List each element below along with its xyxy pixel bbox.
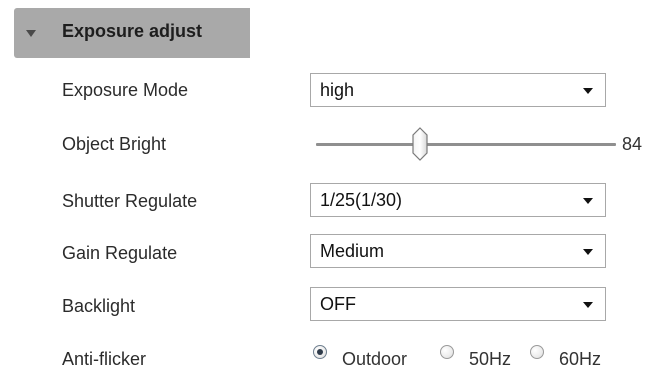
anti-flicker-radio-outdoor[interactable] bbox=[313, 345, 327, 359]
anti-flicker-option-50hz[interactable]: 50Hz bbox=[469, 349, 511, 370]
anti-flicker-radio-60hz[interactable] bbox=[530, 345, 544, 359]
chevron-down-icon bbox=[583, 88, 593, 94]
slider-thumb-icon[interactable] bbox=[411, 127, 429, 161]
exposure-mode-value: high bbox=[320, 80, 355, 100]
shutter-regulate-value: 1/25(1/30) bbox=[320, 190, 403, 210]
object-bright-label: Object Bright bbox=[62, 134, 167, 154]
anti-flicker-option-outdoor[interactable]: Outdoor bbox=[342, 349, 407, 370]
radio-selected-dot bbox=[317, 349, 323, 355]
chevron-down-icon bbox=[583, 249, 593, 255]
object-bright-value: 84 bbox=[622, 134, 643, 154]
gain-regulate-select[interactable]: Medium bbox=[310, 234, 606, 268]
collapse-triangle-icon[interactable] bbox=[26, 30, 36, 37]
exposure-mode-select[interactable]: high bbox=[310, 73, 606, 107]
backlight-value: OFF bbox=[320, 294, 356, 314]
section-title: Exposure adjust bbox=[62, 21, 203, 41]
exposure-adjust-header[interactable]: Exposure adjust bbox=[14, 8, 250, 58]
gain-regulate-value: Medium bbox=[320, 241, 385, 261]
object-bright-slider-track[interactable] bbox=[316, 143, 616, 146]
chevron-down-icon bbox=[583, 302, 593, 308]
backlight-select[interactable]: OFF bbox=[310, 287, 606, 321]
anti-flicker-radio-50hz[interactable] bbox=[440, 345, 454, 359]
exposure-mode-label: Exposure Mode bbox=[62, 80, 189, 100]
chevron-down-icon bbox=[583, 198, 593, 204]
shutter-regulate-select[interactable]: 1/25(1/30) bbox=[310, 183, 606, 217]
backlight-label: Backlight bbox=[62, 296, 136, 316]
shutter-regulate-label: Shutter Regulate bbox=[62, 191, 198, 211]
anti-flicker-label: Anti-flicker bbox=[62, 349, 147, 369]
gain-regulate-label: Gain Regulate bbox=[62, 243, 178, 263]
anti-flicker-option-60hz[interactable]: 60Hz bbox=[559, 349, 601, 370]
